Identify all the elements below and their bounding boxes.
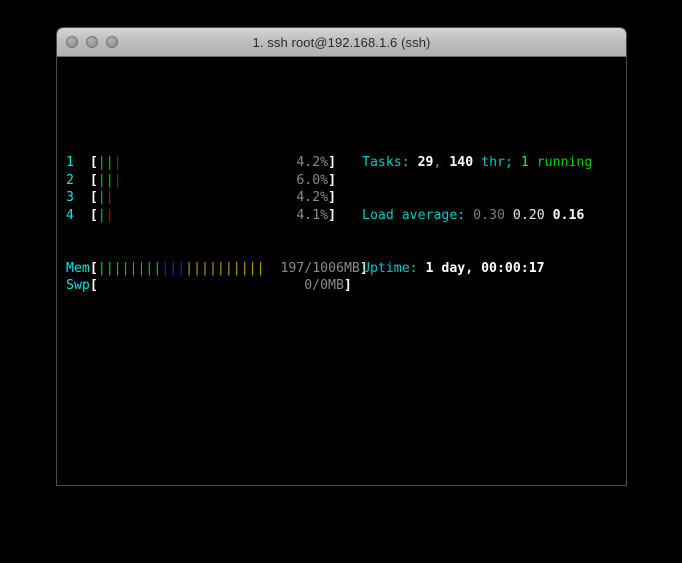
terminal-window[interactable]: 1. ssh root@192.168.1.6 (ssh) 1 [||| 4.2… [57,28,626,485]
swap-meter-label: Swp [66,278,90,294]
tasks-line: Tasks: 29, 140 thr; 1 running [362,154,592,172]
thread-count: 140 [449,154,474,170]
cpu-meter-label: 2 [66,172,74,188]
meter-bracket-open: [ [89,260,98,276]
cpu-meter-value: 4.2% [288,190,329,206]
meter-bracket-open: [ [89,278,98,294]
cpu-bar-segment: | [97,154,106,170]
meter-bracket-close: ] [328,154,337,170]
close-icon[interactable] [66,36,78,48]
load-15min: 0.16 [552,207,585,223]
cpu-meter-value: 4.1% [288,207,329,223]
load-average-label: Load average: [362,207,474,223]
cpu-meter-label: 4 [66,207,74,223]
system-summary: Tasks: 29, 140 thr; 1 running Load avera… [362,119,592,313]
terminal-screen[interactable]: 1 [||| 4.2%] 2 [||| 6.0%] 3 [|| 4.2%] 4 [||… [57,57,626,485]
zoom-icon[interactable] [106,36,118,48]
mem-meter-value: 197/1006MB [272,260,360,276]
thread-label: thr; [473,154,521,170]
meter-bracket-close: ] [328,190,337,206]
process-table-header[interactable]: PID USER PRI NI VIRT RES SHR S CPU%MEM% … [66,471,626,485]
meter-bracket-close: ] [328,207,337,223]
running-count: 1 [520,154,529,170]
cpu-meter-label: 3 [66,190,74,206]
tasks-label: Tasks: [362,154,418,170]
cpu-bar-segment: | [105,190,114,206]
uptime-label: Uptime: [362,260,426,276]
meter-bracket-close: ] [343,278,352,294]
uptime-value: 1 day, 00:00:17 [425,260,545,276]
cpu-meter-label: 1 [66,154,74,170]
mem-cache-bars: |||||||||| [185,260,265,276]
htop-meters: 1 [||| 4.2%] 2 [||| 6.0%] 3 [|| 4.2%] 4 [||… [66,119,626,348]
tasks-separator: , [433,154,450,170]
window-title: 1. ssh root@192.168.1.6 (ssh) [252,34,431,50]
cpu-bar-segment: | [105,207,114,223]
cpu-bar-segment: | [105,154,114,170]
load-1min: 0.30 [473,207,505,223]
swap-meter-value: 0/0MB [288,278,344,294]
mem-used-bars: |||||||| [97,260,162,276]
mem-meter-label: Mem [66,260,90,276]
uptime-line: Uptime: 1 day, 00:00:17 [362,260,592,278]
mem-buffers-bars: ||| [161,260,186,276]
tasks-count: 29 [417,154,434,170]
load-average-line: Load average: 0.30 0.20 0.16 [362,207,592,225]
cpu-meter-value: 6.0% [288,172,329,188]
running-label: running [528,154,593,170]
meter-bracket-open: [ [89,207,98,223]
cpu-bar-segment: | [97,190,106,206]
cpu-bar-segment: | [113,154,122,170]
cpu-bar-segment: | [105,172,114,188]
cpu-bar-segment: | [97,207,106,223]
cpu-meter-value: 4.2% [288,154,329,170]
minimize-icon[interactable] [86,36,98,48]
load-5min: 0.20 [512,207,545,223]
cpu-bar-segment: | [113,172,122,188]
meter-bracket-close: ] [328,172,337,188]
meter-bracket-open: [ [89,154,98,170]
meter-bracket-open: [ [89,190,98,206]
window-traffic-lights[interactable] [66,28,118,56]
window-titlebar[interactable]: 1. ssh root@192.168.1.6 (ssh) [57,28,626,57]
cpu-bar-segment: | [97,172,106,188]
meter-bracket-open: [ [89,172,98,188]
